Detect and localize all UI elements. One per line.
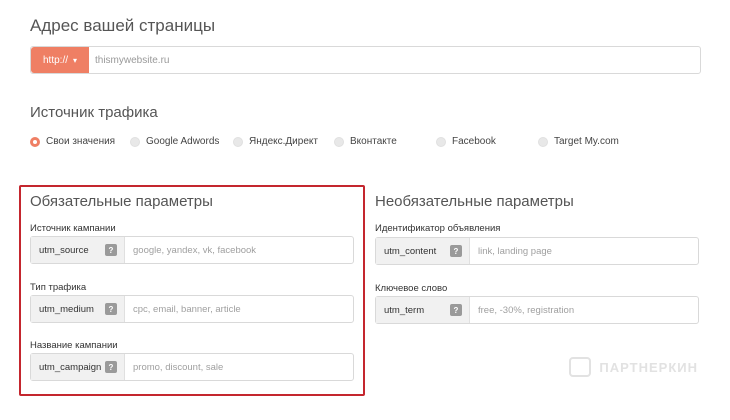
param-key-text: utm_content [384,245,437,257]
radio-selected-icon [30,136,40,147]
field-label-source: Источник кампании [30,223,116,234]
param-key-text: utm_medium [39,303,94,315]
radio-custom-values[interactable]: Свои значения [30,136,115,147]
utm-campaign-field: utm_campaign ? [30,353,354,381]
utm-content-field: utm_content ? [375,237,699,265]
utm-content-input[interactable] [478,238,694,264]
radio-label: Свои значения [46,136,116,147]
utm-medium-field: utm_medium ? [30,295,354,323]
radio-unselected-icon [436,136,446,147]
utm-term-input[interactable] [478,297,694,323]
utm-campaign-input[interactable] [133,354,349,380]
utm-source-field: utm_source ? [30,236,354,264]
utm-term-field: utm_term ? [375,296,699,324]
page-address-title: Адрес вашей страницы [30,16,216,35]
url-input[interactable] [95,47,685,73]
param-key-text: utm_campaign [39,361,102,373]
watermark-text: ПАРТНЕРКИН [599,359,698,375]
radio-unselected-icon [233,136,243,147]
param-key-text: utm_source [39,244,89,256]
radio-vkontakte[interactable]: Вконтакте [334,136,397,147]
radio-label: Google Adwords [146,136,220,147]
field-label-term: Ключевое слово [375,283,448,294]
radio-yandex-direct[interactable]: Яндекс.Директ [233,136,318,147]
url-field-group: http:// ▾ [30,46,701,74]
param-key-text: utm_term [384,304,425,316]
help-icon[interactable]: ? [105,303,117,315]
radio-unselected-icon [538,136,548,147]
radio-target-mycom[interactable]: Target My.com [538,136,619,147]
radio-unselected-icon [130,136,140,147]
required-params-title: Обязательные параметры [30,193,213,210]
help-icon[interactable]: ? [450,304,462,316]
help-icon[interactable]: ? [105,361,117,373]
watermark: ПАРТНЕРКИН [569,357,698,377]
help-icon[interactable]: ? [450,245,462,257]
radio-label: Target My.com [554,136,619,147]
radio-facebook[interactable]: Facebook [436,136,496,147]
protocol-label: http:// [42,54,68,66]
radio-label: Яндекс.Директ [249,136,318,147]
utm-medium-input[interactable] [133,296,349,322]
help-icon[interactable]: ? [105,244,117,256]
protocol-dropdown[interactable]: http:// ▾ [31,47,89,73]
radio-label: Вконтакте [350,136,397,147]
radio-unselected-icon [334,136,344,147]
optional-params-title: Необязательные параметры [375,193,574,210]
radio-google-adwords[interactable]: Google Adwords [130,136,219,147]
utm-source-input[interactable] [133,237,349,263]
chat-bubble-icon [569,357,592,377]
traffic-source-title: Источник трафика [30,104,158,121]
field-label-content: Идентификатор объявления [375,223,501,234]
field-label-campaign: Название кампании [30,340,118,351]
chevron-down-icon: ▾ [73,55,78,65]
field-label-medium: Тип трафика [30,282,87,293]
radio-label: Facebook [452,136,496,147]
